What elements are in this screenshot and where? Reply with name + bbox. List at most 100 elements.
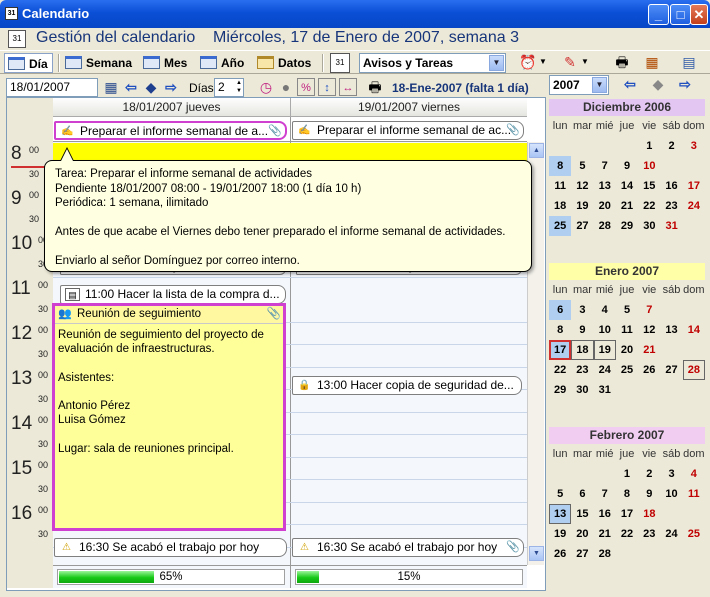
day-cell[interactable]: 7 <box>638 300 660 320</box>
day-cell[interactable]: 1 <box>616 464 638 484</box>
day-cell[interactable]: 30 <box>638 216 660 236</box>
day-cell[interactable]: 29 <box>616 216 638 236</box>
day-cell[interactable]: 5 <box>616 300 638 320</box>
settings-icon[interactable]: ▦ <box>642 53 662 73</box>
event-backup[interactable]: 🔒 13:00 Hacer copia de seguridad de... <box>292 376 522 395</box>
all-day-task[interactable]: ✍ Preparar el informe semanal de a... 📎 <box>54 121 287 140</box>
year-view-button[interactable]: Año <box>197 53 244 73</box>
day-cell[interactable]: 23 <box>660 196 682 216</box>
day-cell[interactable]: 19 <box>593 340 616 360</box>
day-cell[interactable]: 26 <box>638 360 660 380</box>
day-cell[interactable]: 2 <box>638 464 660 484</box>
day-cell[interactable]: 31 <box>660 216 682 236</box>
event-shopping-list[interactable]: ▤ 11:00 Hacer la lista de la compra d... <box>60 285 286 304</box>
week-view-button[interactable]: Semana <box>62 53 132 73</box>
day-cell[interactable]: 28 <box>682 360 705 380</box>
day-cell[interactable]: 11 <box>616 320 638 340</box>
print-icon[interactable]: 🖶 <box>365 78 385 98</box>
day-cell[interactable]: 27 <box>571 544 593 564</box>
day-cell[interactable]: 17 <box>549 340 572 360</box>
today-calendar-icon[interactable]: 31 <box>330 53 350 73</box>
close-button[interactable]: ✕ <box>690 4 708 25</box>
day-cell[interactable]: 3 <box>571 300 593 320</box>
maximize-button[interactable]: □ <box>670 4 691 25</box>
day-cell[interactable]: 3 <box>683 136 705 156</box>
day-cell[interactable]: 13 <box>594 176 616 196</box>
day-cell[interactable]: 19 <box>549 524 571 544</box>
group-icon[interactable]: ● <box>276 78 296 98</box>
day-cell[interactable]: 11 <box>549 176 571 196</box>
day-cell[interactable]: 21 <box>616 196 638 216</box>
chevron-down-icon[interactable]: ▼ <box>538 53 548 73</box>
day-cell[interactable]: 8 <box>616 484 638 504</box>
day-cell[interactable]: 27 <box>660 360 682 380</box>
day-cell[interactable]: 9 <box>638 484 660 504</box>
day-cell[interactable]: 15 <box>638 176 660 196</box>
alarm-clock-icon[interactable]: ⏰ <box>518 53 538 73</box>
day-cell[interactable]: 25 <box>549 216 572 236</box>
calendar-picker-icon[interactable]: ▦ <box>101 78 121 98</box>
day-cell[interactable]: 9 <box>616 156 638 176</box>
day-cell[interactable]: 22 <box>549 360 571 380</box>
day-cell[interactable]: 25 <box>683 524 705 544</box>
day-cell[interactable]: 21 <box>594 524 616 544</box>
day-cell[interactable]: 10 <box>660 484 682 504</box>
clock-icon[interactable]: ◷ <box>256 78 276 98</box>
day-cell[interactable]: 18 <box>549 196 571 216</box>
day-cell[interactable]: 7 <box>594 484 616 504</box>
day-cell[interactable]: 26 <box>549 544 571 564</box>
month-view-button[interactable]: Mes <box>140 53 187 73</box>
day-cell[interactable]: 17 <box>683 176 705 196</box>
day-cell[interactable]: 5 <box>549 484 571 504</box>
day-cell[interactable]: 3 <box>660 464 682 484</box>
day-cell[interactable]: 24 <box>594 360 616 380</box>
day-cell[interactable]: 16 <box>660 176 682 196</box>
day-cell[interactable]: 24 <box>660 524 682 544</box>
day-cell[interactable]: 29 <box>549 380 571 400</box>
day-cell[interactable]: 25 <box>616 360 638 380</box>
day-cell[interactable]: 27 <box>571 216 593 236</box>
day-cell[interactable]: 28 <box>594 544 616 564</box>
day-cell[interactable]: 8 <box>549 320 571 340</box>
day-cell[interactable]: 31 <box>594 380 616 400</box>
event-end-of-work[interactable]: ⚠ 16:30 Se acabó el trabajo por hoy <box>54 538 287 557</box>
minimize-button[interactable]: _ <box>648 4 669 25</box>
year-select[interactable]: 2007 ▼ <box>549 75 609 95</box>
day-cell[interactable]: 18 <box>571 340 594 360</box>
date-field[interactable]: 18/01/2007 <box>6 78 98 97</box>
day-cell[interactable]: 4 <box>594 300 616 320</box>
day-cell[interactable]: 8 <box>549 156 572 176</box>
arrow-left-icon[interactable]: ⇦ <box>620 75 640 95</box>
day-cell[interactable]: 13 <box>549 504 572 524</box>
day-cell[interactable]: 17 <box>616 504 638 524</box>
percent-icon[interactable]: % <box>297 78 315 96</box>
day-cell[interactable]: 2 <box>660 136 682 156</box>
days-spinner[interactable]: 2 ▲ ▼ <box>214 78 244 97</box>
chevron-down-icon[interactable]: ▼ <box>580 53 590 73</box>
day-cell[interactable]: 5 <box>571 156 593 176</box>
day-cell[interactable]: 20 <box>571 524 593 544</box>
day-cell[interactable]: 16 <box>594 504 616 524</box>
day-cell[interactable]: 13 <box>660 320 682 340</box>
day-cell[interactable]: 9 <box>571 320 593 340</box>
day-cell[interactable]: 1 <box>638 136 660 156</box>
day-cell[interactable]: 14 <box>616 176 638 196</box>
today-diamond-icon[interactable]: ◆ <box>648 75 668 95</box>
day-cell[interactable]: 21 <box>638 340 660 360</box>
day-cell[interactable]: 22 <box>616 524 638 544</box>
scroll-down-icon[interactable]: ▼ <box>529 546 544 561</box>
day-cell[interactable]: 23 <box>638 524 660 544</box>
day-cell[interactable]: 14 <box>683 320 705 340</box>
day-cell[interactable]: 23 <box>571 360 593 380</box>
day-cell[interactable]: 12 <box>571 176 593 196</box>
day-cell[interactable]: 11 <box>683 484 705 504</box>
day-cell[interactable]: 19 <box>571 196 593 216</box>
exit-icon[interactable]: ▤ <box>679 53 699 73</box>
scroll-up-icon[interactable]: ▲ <box>529 143 544 158</box>
arrow-right-icon[interactable]: ⇨ <box>675 75 695 95</box>
event-end-of-work[interactable]: ⚠ 16:30 Se acabó el trabajo por hoy 📎 <box>292 538 524 557</box>
data-view-button[interactable]: Datos <box>254 53 311 73</box>
day-cell[interactable]: 28 <box>594 216 616 236</box>
day-cell[interactable]: 10 <box>638 156 660 176</box>
event-meeting[interactable]: 👥 Reunión de seguimiento 📎 Reunión de segu… <box>52 303 286 531</box>
